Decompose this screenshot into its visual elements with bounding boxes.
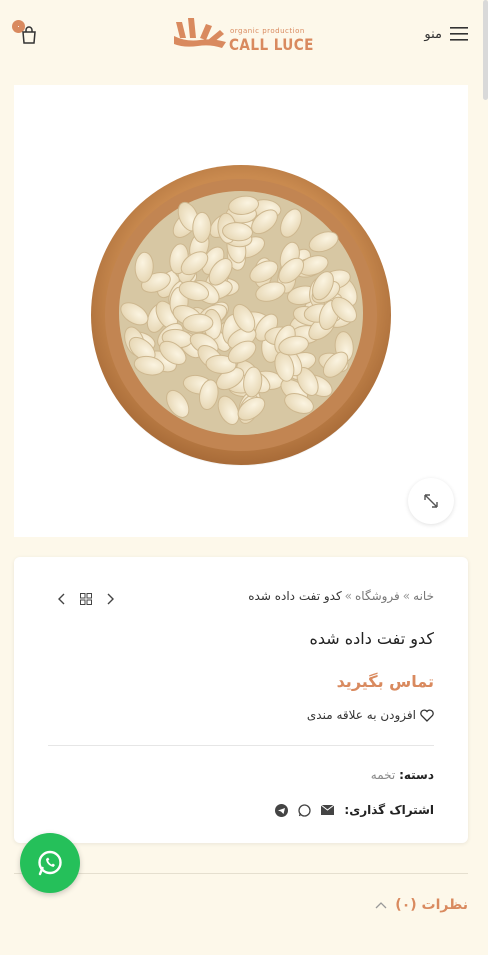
breadcrumb-shop[interactable]: فروشگاه [355,589,400,603]
product-navigation [54,591,118,607]
chevron-left-icon [58,593,65,605]
site-header: ۰ organic production CALL LUCE منو [0,0,488,72]
prev-product-button[interactable] [54,591,70,607]
pumpkin-seeds-bowl-image [91,165,391,466]
product-category: دسته: تخمه [371,768,434,782]
envelope-icon [321,805,335,815]
breadcrumb: خانه»فروشگاه»کدو تفت داده شده [248,589,434,603]
share-telegram-button[interactable] [275,803,289,817]
breadcrumb-separator: » [344,589,353,603]
reviews-tab[interactable]: نظرات (۰) [375,897,468,913]
next-product-button[interactable] [102,591,118,607]
cart-button[interactable]: ۰ [12,20,42,50]
expand-icon [424,494,438,508]
share-label: اشتراک گذاری: [344,803,434,817]
zoom-button[interactable] [408,478,454,524]
logo-mark-icon [174,18,226,48]
product-title: کدو تفت داده شده [309,629,434,648]
telegram-icon [275,803,289,817]
category-label: دسته: [399,768,434,782]
whatsapp-icon [298,803,312,817]
back-to-shop-button[interactable] [78,591,94,607]
divider [48,745,434,746]
product-image[interactable] [14,85,468,537]
reviews-label: نظرات (۰) [395,897,468,913]
add-to-wishlist-button[interactable]: افزودن به علاقه مندی [307,708,434,722]
logo-tagline: organic production [230,27,305,35]
hamburger-icon [450,27,468,41]
product-price: تماس بگیرید [336,672,434,691]
breadcrumb-home[interactable]: خانه [413,589,434,603]
share-email-button[interactable] [321,805,335,815]
heart-icon [420,708,434,722]
product-page: ۰ organic production CALL LUCE منو خانه»… [0,0,488,955]
shopping-bag-icon [22,26,36,44]
share-whatsapp-button[interactable] [298,803,312,817]
logo-name: CALL LUCE [229,35,314,54]
menu-button[interactable]: منو [424,24,468,44]
category-link[interactable]: تخمه [371,768,395,782]
menu-label: منو [424,26,442,42]
grid-icon [80,593,92,605]
chevron-right-icon [107,593,114,605]
chevron-up-icon [375,902,387,909]
wishlist-label: افزودن به علاقه مندی [306,708,416,722]
site-logo[interactable]: organic production CALL LUCE [170,12,320,60]
section-divider [14,873,468,874]
whatsapp-chat-button[interactable] [20,833,80,893]
share-section: اشتراک گذاری: [275,803,434,817]
breadcrumb-current: کدو تفت داده شده [248,589,342,603]
breadcrumb-separator: » [402,589,411,603]
product-summary-card: خانه»فروشگاه»کدو تفت داده شده کدو تفت دا… [14,557,468,843]
whatsapp-icon [38,850,62,876]
